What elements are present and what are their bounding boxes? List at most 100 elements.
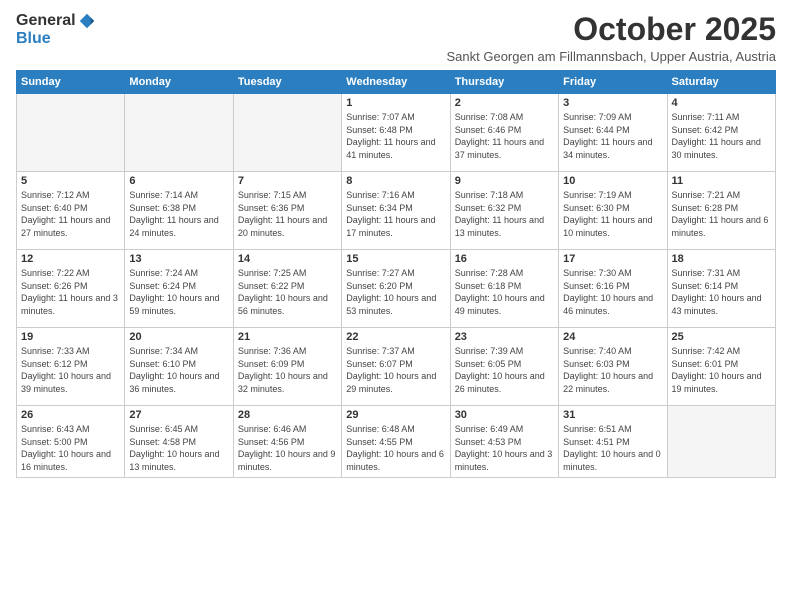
day-info: Sunrise: 7:09 AM Sunset: 6:44 PM Dayligh… — [563, 111, 662, 161]
week-row-0: 1 Sunrise: 7:07 AM Sunset: 6:48 PM Daylig… — [17, 94, 776, 172]
calendar-cell: 23 Sunrise: 7:39 AM Sunset: 6:05 PM Dayli… — [450, 328, 558, 406]
day-info: Sunrise: 7:31 AM Sunset: 6:14 PM Dayligh… — [672, 267, 771, 317]
day-info: Sunrise: 7:40 AM Sunset: 6:03 PM Dayligh… — [563, 345, 662, 395]
day-info: Sunrise: 7:22 AM Sunset: 6:26 PM Dayligh… — [21, 267, 120, 317]
day-number: 5 — [21, 175, 120, 187]
day-info: Sunrise: 7:18 AM Sunset: 6:32 PM Dayligh… — [455, 189, 554, 239]
header: General Blue October 2025 Sankt Georgen … — [16, 12, 776, 64]
weekday-header-row: Sunday Monday Tuesday Wednesday Thursday… — [17, 71, 776, 94]
calendar-cell: 9 Sunrise: 7:18 AM Sunset: 6:32 PM Daylig… — [450, 172, 558, 250]
day-number: 1 — [346, 97, 445, 109]
day-number: 4 — [672, 97, 771, 109]
day-number: 19 — [21, 331, 120, 343]
calendar-cell — [233, 94, 341, 172]
logo-general: General — [16, 12, 76, 30]
logo-icon — [78, 12, 96, 30]
week-row-1: 5Sunrise: 7:12 AM Sunset: 6:40 PM Daylig… — [17, 172, 776, 250]
calendar-cell: 16 Sunrise: 7:28 AM Sunset: 6:18 PM Dayli… — [450, 250, 558, 328]
week-row-3: 19 Sunrise: 7:33 AM Sunset: 6:12 PM Dayli… — [17, 328, 776, 406]
header-friday: Friday — [559, 71, 667, 94]
calendar-cell: 12 Sunrise: 7:22 AM Sunset: 6:26 PM Dayli… — [17, 250, 125, 328]
day-info: Sunrise: 7:34 AM Sunset: 6:10 PM Dayligh… — [129, 345, 228, 395]
day-number: 20 — [129, 331, 228, 343]
logo-blue: Blue — [16, 30, 51, 48]
calendar-cell: 27 Sunrise: 6:45 AM Sunset: 4:58 PM Dayli… — [125, 406, 233, 477]
day-info: Sunrise: 6:51 AM Sunset: 4:51 PM Dayligh… — [563, 423, 662, 473]
day-info: Sunrise: 7:14 AM Sunset: 6:38 PM Dayligh… — [129, 189, 228, 239]
header-thursday: Thursday — [450, 71, 558, 94]
header-monday: Monday — [125, 71, 233, 94]
calendar-cell: 19 Sunrise: 7:33 AM Sunset: 6:12 PM Dayli… — [17, 328, 125, 406]
calendar-cell: 18 Sunrise: 7:31 AM Sunset: 6:14 PM Dayli… — [667, 250, 775, 328]
header-saturday: Saturday — [667, 71, 775, 94]
day-number: 2 — [455, 97, 554, 109]
title-section: October 2025 Sankt Georgen am Fillmannsb… — [447, 12, 777, 64]
calendar-cell: 7Sunrise: 7:15 AM Sunset: 6:36 PM Daylig… — [233, 172, 341, 250]
day-number: 16 — [455, 253, 554, 265]
calendar-cell: 29 Sunrise: 6:48 AM Sunset: 4:55 PM Dayli… — [342, 406, 450, 477]
day-number: 24 — [563, 331, 662, 343]
calendar-cell — [667, 406, 775, 477]
day-info: Sunrise: 6:48 AM Sunset: 4:55 PM Dayligh… — [346, 423, 445, 473]
logo: General Blue — [16, 12, 96, 48]
calendar-cell: 6 Sunrise: 7:14 AM Sunset: 6:38 PM Daylig… — [125, 172, 233, 250]
day-number: 11 — [672, 175, 771, 187]
day-number: 9 — [455, 175, 554, 187]
calendar-cell: 22Sunrise: 7:37 AM Sunset: 6:07 PM Dayli… — [342, 328, 450, 406]
calendar-cell: 25Sunrise: 7:42 AM Sunset: 6:01 PM Dayli… — [667, 328, 775, 406]
day-number: 10 — [563, 175, 662, 187]
header-sunday: Sunday — [17, 71, 125, 94]
calendar-cell: 3 Sunrise: 7:09 AM Sunset: 6:44 PM Daylig… — [559, 94, 667, 172]
day-info: Sunrise: 7:36 AM Sunset: 6:09 PM Dayligh… — [238, 345, 337, 395]
day-info: Sunrise: 7:33 AM Sunset: 6:12 PM Dayligh… — [21, 345, 120, 395]
calendar-cell: 11Sunrise: 7:21 AM Sunset: 6:28 PM Dayli… — [667, 172, 775, 250]
subtitle: Sankt Georgen am Fillmannsbach, Upper Au… — [447, 49, 777, 64]
day-number: 8 — [346, 175, 445, 187]
day-info: Sunrise: 7:28 AM Sunset: 6:18 PM Dayligh… — [455, 267, 554, 317]
week-row-4: 26Sunrise: 6:43 AM Sunset: 5:00 PM Dayli… — [17, 406, 776, 477]
calendar-cell: 30 Sunrise: 6:49 AM Sunset: 4:53 PM Dayli… — [450, 406, 558, 477]
calendar-cell: 8 Sunrise: 7:16 AM Sunset: 6:34 PM Daylig… — [342, 172, 450, 250]
calendar-cell: 15Sunrise: 7:27 AM Sunset: 6:20 PM Dayli… — [342, 250, 450, 328]
day-info: Sunrise: 7:19 AM Sunset: 6:30 PM Dayligh… — [563, 189, 662, 239]
month-title: October 2025 — [447, 12, 777, 47]
calendar-cell: 21 Sunrise: 7:36 AM Sunset: 6:09 PM Dayli… — [233, 328, 341, 406]
day-info: Sunrise: 7:30 AM Sunset: 6:16 PM Dayligh… — [563, 267, 662, 317]
calendar-cell — [125, 94, 233, 172]
header-wednesday: Wednesday — [342, 71, 450, 94]
day-info: Sunrise: 7:16 AM Sunset: 6:34 PM Dayligh… — [346, 189, 445, 239]
day-info: Sunrise: 7:39 AM Sunset: 6:05 PM Dayligh… — [455, 345, 554, 395]
day-number: 3 — [563, 97, 662, 109]
day-number: 28 — [238, 409, 337, 421]
day-info: Sunrise: 6:49 AM Sunset: 4:53 PM Dayligh… — [455, 423, 554, 473]
day-info: Sunrise: 7:24 AM Sunset: 6:24 PM Dayligh… — [129, 267, 228, 317]
calendar-cell: 4 Sunrise: 7:11 AM Sunset: 6:42 PM Daylig… — [667, 94, 775, 172]
day-number: 27 — [129, 409, 228, 421]
day-number: 21 — [238, 331, 337, 343]
calendar-cell: 5Sunrise: 7:12 AM Sunset: 6:40 PM Daylig… — [17, 172, 125, 250]
day-info: Sunrise: 6:46 AM Sunset: 4:56 PM Dayligh… — [238, 423, 337, 473]
day-number: 15 — [346, 253, 445, 265]
header-tuesday: Tuesday — [233, 71, 341, 94]
calendar-cell: 28 Sunrise: 6:46 AM Sunset: 4:56 PM Dayli… — [233, 406, 341, 477]
day-number: 18 — [672, 253, 771, 265]
calendar-cell: 20 Sunrise: 7:34 AM Sunset: 6:10 PM Dayli… — [125, 328, 233, 406]
day-info: Sunrise: 7:07 AM Sunset: 6:48 PM Dayligh… — [346, 111, 445, 161]
day-number: 12 — [21, 253, 120, 265]
day-number: 26 — [21, 409, 120, 421]
calendar-cell: 17Sunrise: 7:30 AM Sunset: 6:16 PM Dayli… — [559, 250, 667, 328]
day-info: Sunrise: 7:37 AM Sunset: 6:07 PM Dayligh… — [346, 345, 445, 395]
calendar-cell: 24 Sunrise: 7:40 AM Sunset: 6:03 PM Dayli… — [559, 328, 667, 406]
calendar-cell: 14Sunrise: 7:25 AM Sunset: 6:22 PM Dayli… — [233, 250, 341, 328]
calendar-cell: 31Sunrise: 6:51 AM Sunset: 4:51 PM Dayli… — [559, 406, 667, 477]
day-info: Sunrise: 7:08 AM Sunset: 6:46 PM Dayligh… — [455, 111, 554, 161]
day-info: Sunrise: 6:45 AM Sunset: 4:58 PM Dayligh… — [129, 423, 228, 473]
day-number: 6 — [129, 175, 228, 187]
day-number: 30 — [455, 409, 554, 421]
day-info: Sunrise: 7:42 AM Sunset: 6:01 PM Dayligh… — [672, 345, 771, 395]
day-number: 29 — [346, 409, 445, 421]
day-number: 23 — [455, 331, 554, 343]
day-info: Sunrise: 7:11 AM Sunset: 6:42 PM Dayligh… — [672, 111, 771, 161]
calendar-cell — [17, 94, 125, 172]
calendar-cell: 1 Sunrise: 7:07 AM Sunset: 6:48 PM Daylig… — [342, 94, 450, 172]
